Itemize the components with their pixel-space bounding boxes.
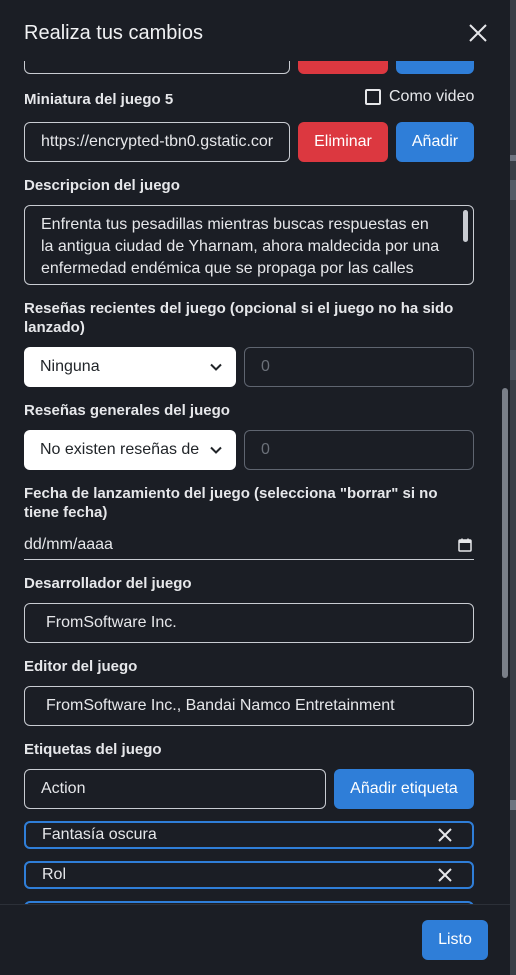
release-date-label-line: tiene fecha): [24, 504, 108, 521]
thumbnail-add-button[interactable]: Añadir: [396, 122, 474, 162]
recent-reviews-label: Reseñas recientes del juego (opcional si…: [24, 299, 453, 337]
close-icon[interactable]: [438, 828, 452, 842]
background-detail: [510, 180, 516, 200]
recent-reviews-label-line: Reseñas recientes del juego (opcional si…: [24, 300, 454, 317]
recent-reviews-label-line: lanzado): [24, 319, 85, 336]
chevron-down-icon: [210, 363, 222, 371]
developer-label: Desarrollador del juego: [24, 575, 192, 592]
close-icon[interactable]: [438, 868, 452, 882]
as-video-label[interactable]: Como video: [389, 88, 474, 106]
background-detail: [510, 350, 516, 380]
modal-scrollbar[interactable]: [502, 388, 508, 678]
description-line: la antigua ciudad de Yharnam, ahora mald…: [41, 238, 440, 255]
thumbnail-label: Miniatura del juego 5: [24, 91, 174, 108]
edit-modal: Miniatura del juego 5 Como video https:/…: [0, 0, 510, 975]
recent-reviews-count-input[interactable]: 0: [244, 347, 474, 387]
recent-reviews-select[interactable]: Ninguna: [24, 347, 236, 387]
general-reviews-select[interactable]: No existen reseñas de: [24, 430, 236, 470]
modal-footer: Listo: [0, 904, 510, 975]
publisher-label: Editor del juego: [24, 658, 138, 675]
background-page-edge: [510, 0, 516, 975]
as-video-checkbox[interactable]: [365, 89, 381, 105]
thumbnail-remove-button[interactable]: Eliminar: [298, 122, 388, 162]
modal-header: Realiza tus cambios: [0, 3, 510, 61]
description-line: enfermedad endémica que se propaga por l…: [41, 260, 414, 277]
description-textarea[interactable]: Enfrenta tus pesadillas mientras buscas …: [24, 205, 474, 285]
description-scrollbar[interactable]: [463, 210, 468, 242]
description-label: Descripcion del juego: [24, 177, 180, 194]
tags-label: Etiquetas del juego: [24, 741, 162, 758]
tag-item-label: Rol: [42, 866, 67, 883]
modal-title: Realiza tus cambios: [24, 22, 203, 44]
add-tag-button[interactable]: Añadir etiqueta: [334, 769, 474, 809]
release-date-label-line: Fecha de lanzamiento del juego (seleccio…: [24, 485, 438, 502]
general-reviews-label: Reseñas generales del juego: [24, 402, 230, 419]
developer-input[interactable]: FromSoftware Inc.: [24, 603, 474, 643]
background-detail: [510, 800, 516, 810]
close-icon[interactable]: [466, 21, 490, 45]
description-line: Enfrenta tus pesadillas mientras buscas …: [41, 216, 429, 233]
release-date-input[interactable]: dd/mm/aaaa: [24, 530, 474, 560]
release-date-placeholder: dd/mm/aaaa: [24, 535, 113, 553]
tag-item-label: Fantasía oscura: [42, 826, 157, 843]
done-button[interactable]: Listo: [422, 920, 488, 960]
tag-item: Rol: [24, 861, 474, 889]
general-reviews-selected: No existen reseñas de: [40, 441, 200, 458]
publisher-input[interactable]: FromSoftware Inc., Bandai Namco Entretai…: [24, 686, 474, 726]
general-reviews-count-input[interactable]: 0: [244, 430, 474, 470]
thumbnail-url-input[interactable]: https://encrypted-tbn0.gstatic.cor: [24, 122, 290, 162]
calendar-icon[interactable]: [458, 538, 472, 552]
tag-input[interactable]: Action: [24, 769, 326, 809]
recent-reviews-selected: Ninguna: [40, 358, 100, 375]
background-detail: [510, 155, 516, 161]
release-date-label: Fecha de lanzamiento del juego (seleccio…: [24, 484, 438, 522]
chevron-down-icon: [210, 446, 222, 454]
tag-item: Fantasía oscura: [24, 821, 474, 849]
